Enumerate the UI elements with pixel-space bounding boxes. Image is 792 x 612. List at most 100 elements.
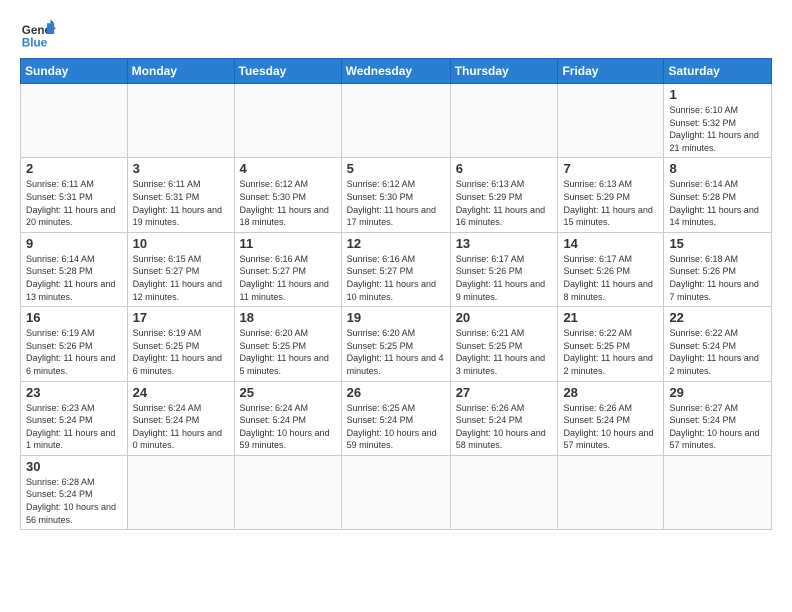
- day-info: Sunrise: 6:13 AM Sunset: 5:29 PM Dayligh…: [456, 178, 553, 228]
- day-info: Sunrise: 6:18 AM Sunset: 5:26 PM Dayligh…: [669, 253, 766, 303]
- day-number: 29: [669, 385, 766, 400]
- calendar-cell: 13 Sunrise: 6:17 AM Sunset: 5:26 PM Dayli…: [450, 232, 558, 306]
- day-info: Sunrise: 6:21 AM Sunset: 5:25 PM Dayligh…: [456, 327, 553, 377]
- calendar-cell: 6 Sunrise: 6:13 AM Sunset: 5:29 PM Daylig…: [450, 158, 558, 232]
- calendar-cell: 23Sunrise: 6:23 AM Sunset: 5:24 PM Dayli…: [21, 381, 128, 455]
- day-info: Sunrise: 6:19 AM Sunset: 5:26 PM Dayligh…: [26, 327, 122, 377]
- calendar-cell: [234, 455, 341, 529]
- day-info: Sunrise: 6:26 AM Sunset: 5:24 PM Dayligh…: [456, 402, 553, 452]
- day-header-tuesday: Tuesday: [234, 59, 341, 84]
- day-number: 11: [240, 236, 336, 251]
- day-number: 12: [347, 236, 445, 251]
- day-number: 13: [456, 236, 553, 251]
- day-number: 17: [133, 310, 229, 325]
- day-number: 14: [563, 236, 658, 251]
- logo: General Blue: [20, 16, 56, 52]
- day-number: 3: [133, 161, 229, 176]
- calendar-cell: 1Sunrise: 6:10 AM Sunset: 5:32 PM Daylig…: [664, 84, 772, 158]
- calendar-cell: 2 Sunrise: 6:11 AM Sunset: 5:31 PM Daylig…: [21, 158, 128, 232]
- day-number: 28: [563, 385, 658, 400]
- day-info: Sunrise: 6:27 AM Sunset: 5:24 PM Dayligh…: [669, 402, 766, 452]
- calendar-cell: [127, 84, 234, 158]
- day-info: Sunrise: 6:15 AM Sunset: 5:27 PM Dayligh…: [133, 253, 229, 303]
- day-info: Sunrise: 6:19 AM Sunset: 5:25 PM Dayligh…: [133, 327, 229, 377]
- calendar-cell: 29 Sunrise: 6:27 AM Sunset: 5:24 PM Dayli…: [664, 381, 772, 455]
- day-info: Sunrise: 6:22 AM Sunset: 5:25 PM Dayligh…: [563, 327, 658, 377]
- day-number: 5: [347, 161, 445, 176]
- calendar-cell: 14 Sunrise: 6:17 AM Sunset: 5:26 PM Dayli…: [558, 232, 664, 306]
- day-info: Sunrise: 6:12 AM Sunset: 5:30 PM Dayligh…: [240, 178, 336, 228]
- day-number: 16: [26, 310, 122, 325]
- header: General Blue: [20, 16, 772, 52]
- calendar-cell: 9 Sunrise: 6:14 AM Sunset: 5:28 PM Daylig…: [21, 232, 128, 306]
- calendar-cell: 8 Sunrise: 6:14 AM Sunset: 5:28 PM Daylig…: [664, 158, 772, 232]
- calendar-cell: 5 Sunrise: 6:12 AM Sunset: 5:30 PM Daylig…: [341, 158, 450, 232]
- calendar-cell: 22 Sunrise: 6:22 AM Sunset: 5:24 PM Dayli…: [664, 307, 772, 381]
- week-row-0: 1Sunrise: 6:10 AM Sunset: 5:32 PM Daylig…: [21, 84, 772, 158]
- day-info: Sunrise: 6:14 AM Sunset: 5:28 PM Dayligh…: [669, 178, 766, 228]
- header-row: SundayMondayTuesdayWednesdayThursdayFrid…: [21, 59, 772, 84]
- day-number: 9: [26, 236, 122, 251]
- calendar-cell: 24Sunrise: 6:24 AM Sunset: 5:24 PM Dayli…: [127, 381, 234, 455]
- day-info: Sunrise: 6:17 AM Sunset: 5:26 PM Dayligh…: [456, 253, 553, 303]
- day-header-sunday: Sunday: [21, 59, 128, 84]
- day-number: 27: [456, 385, 553, 400]
- day-number: 19: [347, 310, 445, 325]
- week-row-5: 30 Sunrise: 6:28 AM Sunset: 5:24 PM Dayli…: [21, 455, 772, 529]
- day-number: 25: [240, 385, 336, 400]
- day-number: 2: [26, 161, 122, 176]
- calendar-cell: 19 Sunrise: 6:20 AM Sunset: 5:25 PM Dayli…: [341, 307, 450, 381]
- day-number: 18: [240, 310, 336, 325]
- calendar-cell: 27 Sunrise: 6:26 AM Sunset: 5:24 PM Dayli…: [450, 381, 558, 455]
- calendar-cell: [558, 84, 664, 158]
- calendar-cell: [127, 455, 234, 529]
- day-info: Sunrise: 6:10 AM Sunset: 5:32 PM Dayligh…: [669, 104, 766, 154]
- day-header-thursday: Thursday: [450, 59, 558, 84]
- calendar-cell: 20 Sunrise: 6:21 AM Sunset: 5:25 PM Dayli…: [450, 307, 558, 381]
- day-number: 8: [669, 161, 766, 176]
- day-number: 6: [456, 161, 553, 176]
- svg-text:Blue: Blue: [22, 37, 48, 50]
- day-info: Sunrise: 6:28 AM Sunset: 5:24 PM Dayligh…: [26, 476, 122, 526]
- day-info: Sunrise: 6:17 AM Sunset: 5:26 PM Dayligh…: [563, 253, 658, 303]
- day-number: 20: [456, 310, 553, 325]
- calendar-cell: [558, 455, 664, 529]
- calendar-cell: 11 Sunrise: 6:16 AM Sunset: 5:27 PM Dayli…: [234, 232, 341, 306]
- calendar-cell: 30 Sunrise: 6:28 AM Sunset: 5:24 PM Dayli…: [21, 455, 128, 529]
- day-number: 7: [563, 161, 658, 176]
- day-info: Sunrise: 6:20 AM Sunset: 5:25 PM Dayligh…: [347, 327, 445, 377]
- day-info: Sunrise: 6:12 AM Sunset: 5:30 PM Dayligh…: [347, 178, 445, 228]
- day-info: Sunrise: 6:25 AM Sunset: 5:24 PM Dayligh…: [347, 402, 445, 452]
- calendar-cell: 16 Sunrise: 6:19 AM Sunset: 5:26 PM Dayli…: [21, 307, 128, 381]
- calendar-cell: [341, 84, 450, 158]
- week-row-3: 16 Sunrise: 6:19 AM Sunset: 5:26 PM Dayli…: [21, 307, 772, 381]
- day-info: Sunrise: 6:14 AM Sunset: 5:28 PM Dayligh…: [26, 253, 122, 303]
- day-number: 24: [133, 385, 229, 400]
- day-info: Sunrise: 6:16 AM Sunset: 5:27 PM Dayligh…: [347, 253, 445, 303]
- week-row-4: 23Sunrise: 6:23 AM Sunset: 5:24 PM Dayli…: [21, 381, 772, 455]
- calendar-cell: 25 Sunrise: 6:24 AM Sunset: 5:24 PM Dayli…: [234, 381, 341, 455]
- calendar-cell: [21, 84, 128, 158]
- calendar-cell: 7Sunrise: 6:13 AM Sunset: 5:29 PM Daylig…: [558, 158, 664, 232]
- day-info: Sunrise: 6:22 AM Sunset: 5:24 PM Dayligh…: [669, 327, 766, 377]
- day-number: 15: [669, 236, 766, 251]
- day-info: Sunrise: 6:26 AM Sunset: 5:24 PM Dayligh…: [563, 402, 658, 452]
- day-info: Sunrise: 6:16 AM Sunset: 5:27 PM Dayligh…: [240, 253, 336, 303]
- calendar-cell: 10Sunrise: 6:15 AM Sunset: 5:27 PM Dayli…: [127, 232, 234, 306]
- calendar-cell: 4Sunrise: 6:12 AM Sunset: 5:30 PM Daylig…: [234, 158, 341, 232]
- calendar-cell: 3 Sunrise: 6:11 AM Sunset: 5:31 PM Daylig…: [127, 158, 234, 232]
- day-number: 30: [26, 459, 122, 474]
- calendar-cell: [664, 455, 772, 529]
- calendar-cell: 17 Sunrise: 6:19 AM Sunset: 5:25 PM Dayli…: [127, 307, 234, 381]
- day-header-saturday: Saturday: [664, 59, 772, 84]
- day-info: Sunrise: 6:11 AM Sunset: 5:31 PM Dayligh…: [26, 178, 122, 228]
- day-number: 22: [669, 310, 766, 325]
- day-info: Sunrise: 6:23 AM Sunset: 5:24 PM Dayligh…: [26, 402, 122, 452]
- calendar-cell: 15 Sunrise: 6:18 AM Sunset: 5:26 PM Dayli…: [664, 232, 772, 306]
- day-info: Sunrise: 6:11 AM Sunset: 5:31 PM Dayligh…: [133, 178, 229, 228]
- calendar-cell: 21Sunrise: 6:22 AM Sunset: 5:25 PM Dayli…: [558, 307, 664, 381]
- calendar-cell: 18Sunrise: 6:20 AM Sunset: 5:25 PM Dayli…: [234, 307, 341, 381]
- day-info: Sunrise: 6:24 AM Sunset: 5:24 PM Dayligh…: [240, 402, 336, 452]
- day-header-friday: Friday: [558, 59, 664, 84]
- calendar-cell: [450, 455, 558, 529]
